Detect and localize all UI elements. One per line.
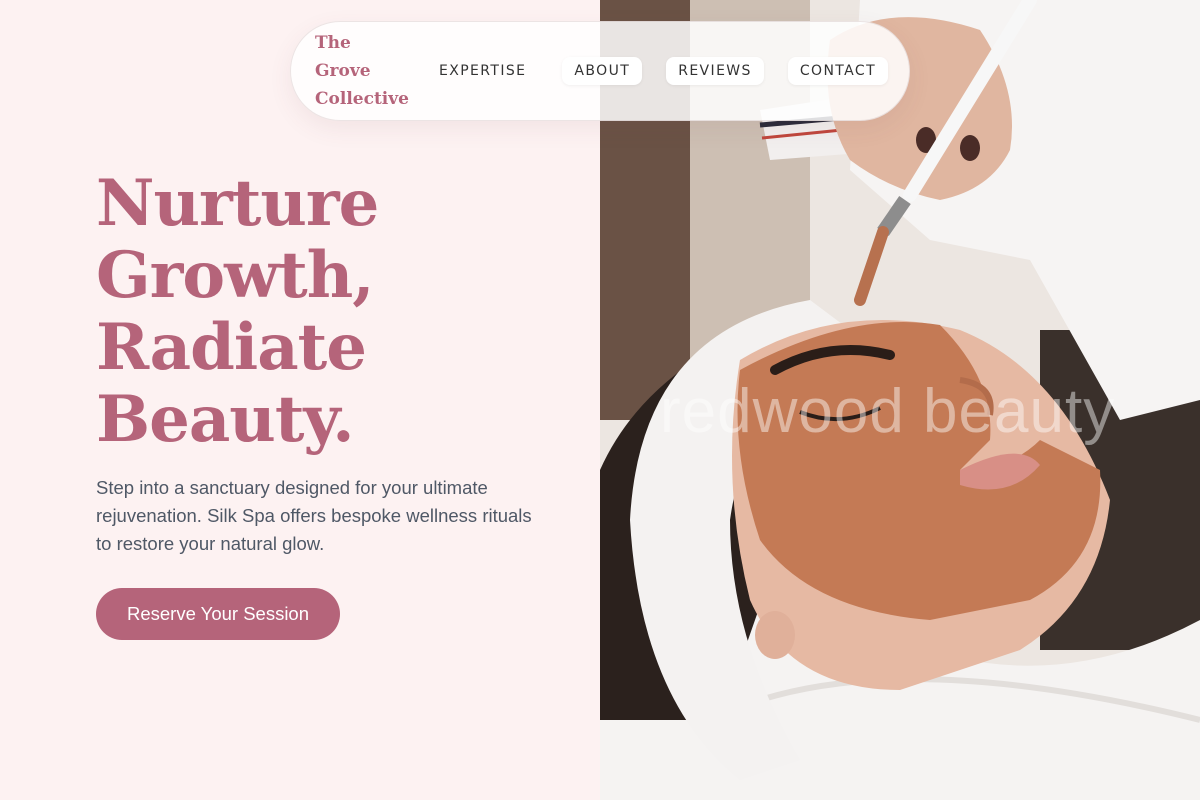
headline-line: Beauty. [96,382,355,457]
nav-link-reviews[interactable]: REVIEWS [666,57,764,85]
nav-link-contact[interactable]: CONTACT [787,57,889,85]
headline-line: Radiate [96,310,367,385]
brand-line: Collective [315,89,409,109]
brand-line: Grove [315,61,371,81]
photo-watermark: redwood beauty [660,377,1116,446]
nav-link-about[interactable]: ABOUT [562,57,643,85]
top-navigation: The Grove Collective EXPERTISE ABOUT REV… [290,21,910,121]
hero-headline: Nurture Growth, Radiate Beauty. [96,168,566,456]
brand-line: The [315,33,351,53]
hero-intro-text: Step into a sanctuary designed for your … [96,477,532,554]
brand-logo[interactable]: The Grove Collective [315,29,409,113]
nav-link-expertise[interactable]: EXPERTISE [427,57,538,85]
headline-line: Nurture [96,166,379,241]
nav-links: EXPERTISE ABOUT REVIEWS CONTACT [427,57,889,85]
headline-line: Growth, [96,238,375,313]
reserve-session-button[interactable]: Reserve Your Session [96,588,340,640]
